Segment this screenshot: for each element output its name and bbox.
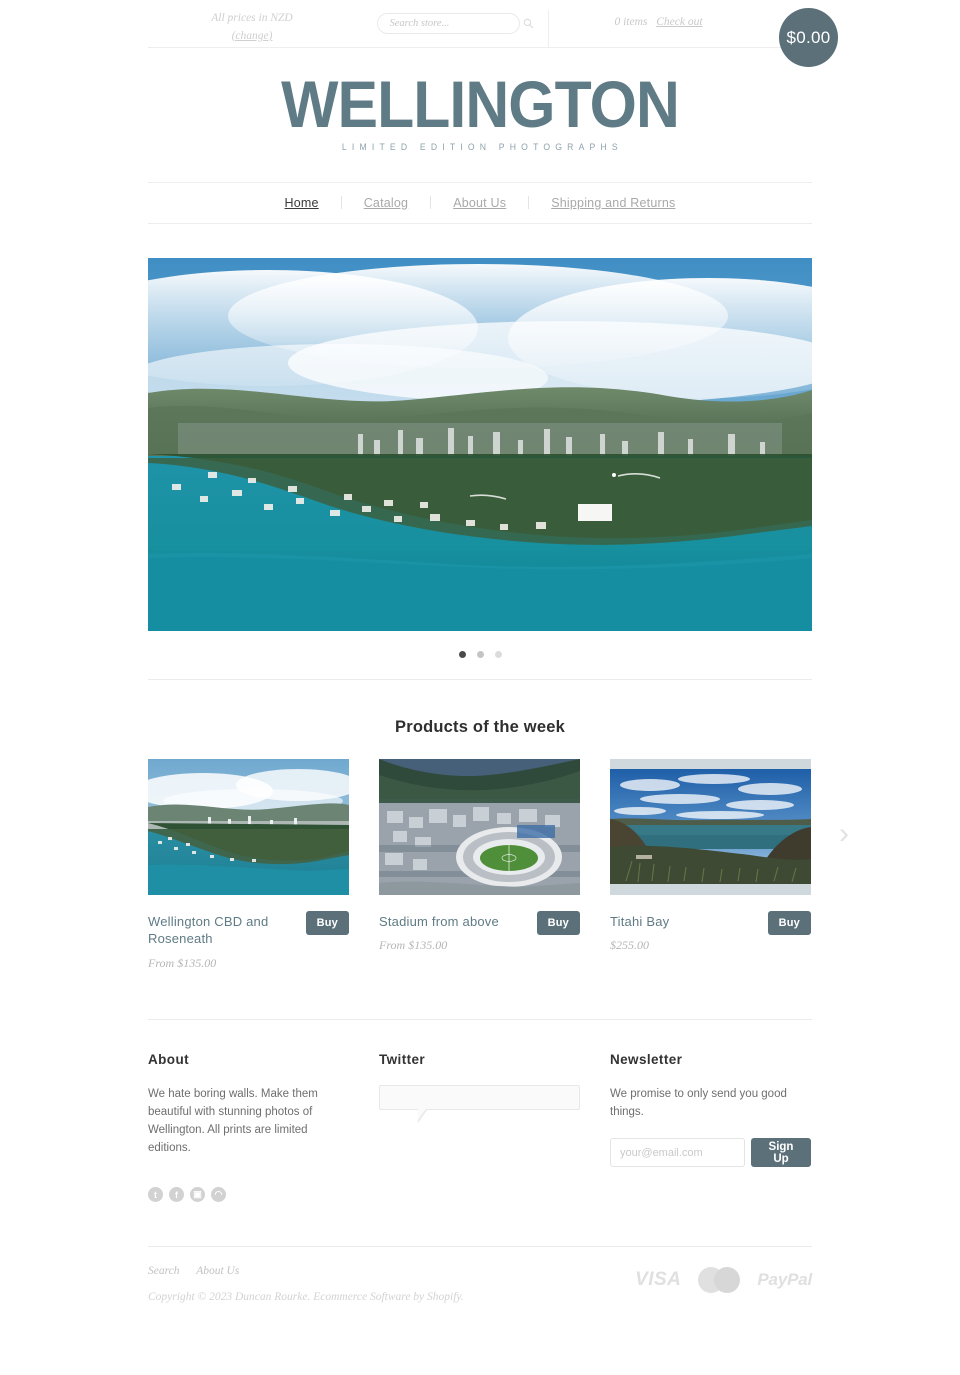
- product-meta: Stadium from above From $135.00 Buy: [379, 895, 580, 954]
- buy-button[interactable]: Buy: [767, 910, 811, 935]
- email-field[interactable]: [610, 1138, 745, 1168]
- product-price: $255.00: [610, 938, 649, 953]
- product-text: Stadium from above From $135.00: [379, 913, 529, 954]
- visa-icon: VISA: [635, 1269, 682, 1291]
- buy-button[interactable]: Buy: [536, 910, 580, 935]
- slideshow-pagination: [148, 631, 812, 679]
- product-thumbnail[interactable]: [379, 758, 580, 895]
- currency-change-link[interactable]: (change): [156, 28, 348, 46]
- footer-newsletter-column: Newsletter We promise to only send you g…: [610, 1052, 811, 1203]
- slideshow-dot-1[interactable]: [458, 651, 466, 659]
- hero-slideshow-image[interactable]: [148, 257, 812, 631]
- products-heading: Products of the week: [395, 717, 565, 736]
- tweet-bubble: [379, 1084, 580, 1123]
- product-thumbnail[interactable]: [148, 758, 349, 895]
- main-navigation: Home Catalog About Us Shipping and Retur…: [148, 181, 812, 224]
- nav-item-catalog[interactable]: Catalog: [342, 196, 431, 210]
- product-text: Wellington CBD and Roseneath From $135.0…: [148, 913, 298, 971]
- product-price: From $135.00: [148, 955, 217, 970]
- about-heading: About: [148, 1051, 189, 1067]
- logo-wordmark: WELLINGTON: [281, 67, 680, 141]
- nav-item-shipping-and-returns[interactable]: Shipping and Returns: [529, 196, 697, 210]
- footer-bottom-left: Search About Us Copyright © 2023 Duncan …: [148, 1265, 464, 1303]
- newsletter-form: Sign Up: [610, 1138, 811, 1168]
- product-card[interactable]: Stadium from above From $135.00 Buy: [379, 758, 580, 971]
- utility-bar: All prices in NZD (change) 0 items Check…: [148, 0, 838, 67]
- nav-item-home[interactable]: Home: [263, 196, 341, 210]
- search-icon: [523, 18, 533, 29]
- products-carousel: Wellington CBD and Roseneath From $135.0…: [148, 758, 849, 971]
- product-image-titahi-bay: [610, 769, 811, 885]
- product-image-stadium: [379, 758, 580, 895]
- product-title[interactable]: Wellington CBD and Roseneath: [148, 913, 298, 948]
- slideshow-dot-3[interactable]: [494, 651, 502, 659]
- product-title[interactable]: Stadium from above: [379, 913, 529, 931]
- product-text: Titahi Bay $255.00: [610, 913, 760, 954]
- paypal-icon: PayPal: [757, 1270, 812, 1290]
- search-area: [348, 10, 548, 34]
- footer-about-column: About We hate boring walls. Make them be…: [148, 1052, 349, 1203]
- site-logo[interactable]: WELLINGTON LIMITED EDITION PHOTOGRAPHS: [0, 48, 960, 182]
- nav-item-about-us[interactable]: About Us: [431, 196, 528, 210]
- chevron-right-icon[interactable]: ›: [839, 818, 849, 849]
- storefront-page: All prices in NZD (change) 0 items Check…: [0, 0, 960, 1303]
- product-meta: Wellington CBD and Roseneath From $135.0…: [148, 895, 349, 971]
- about-text: We hate boring walls. Make them beautifu…: [148, 1087, 318, 1155]
- product-title[interactable]: Titahi Bay: [610, 913, 760, 931]
- footer-bottom-bar: Search About Us Copyright © 2023 Duncan …: [148, 1247, 812, 1303]
- product-card[interactable]: Titahi Bay $255.00 Buy: [610, 758, 811, 971]
- sign-up-button[interactable]: Sign Up: [751, 1138, 811, 1168]
- product-thumbnail[interactable]: [610, 758, 811, 895]
- instagram-icon[interactable]: ▣: [190, 1187, 205, 1203]
- product-price: From $135.00: [379, 938, 448, 953]
- copyright-text: Copyright © 2023 Duncan Rourke. Ecommerc…: [148, 1291, 464, 1304]
- product-image-wellington-cbd: [148, 758, 349, 895]
- twitter-icon[interactable]: t: [148, 1187, 163, 1203]
- search-box[interactable]: [376, 13, 533, 34]
- product-meta: Titahi Bay $255.00 Buy: [610, 895, 811, 954]
- currency-label: All prices in NZD: [211, 12, 293, 24]
- product-card[interactable]: Wellington CBD and Roseneath From $135.0…: [148, 758, 349, 971]
- footer-link-search[interactable]: Search: [148, 1265, 180, 1277]
- hero-photo: [148, 257, 812, 631]
- rss-icon[interactable]: ◠: [211, 1187, 226, 1203]
- checkout-link[interactable]: Check out: [656, 16, 702, 28]
- payment-icons: VISA PayPal: [635, 1265, 812, 1294]
- footer-links: Search About Us: [148, 1265, 464, 1278]
- currency-notice: All prices in NZD (change): [148, 10, 348, 46]
- footer-columns: About We hate boring walls. Make them be…: [148, 1020, 812, 1203]
- cart-area: 0 items Check out: [548, 10, 812, 48]
- buy-button[interactable]: Buy: [305, 910, 349, 935]
- slideshow-dot-2[interactable]: [476, 651, 484, 659]
- mastercard-icon: [698, 1267, 741, 1294]
- social-links: t f ▣ ◠: [148, 1187, 349, 1203]
- search-input[interactable]: [389, 18, 523, 29]
- cart-item-count: 0 items: [614, 16, 648, 28]
- footer-link-about-us[interactable]: About Us: [196, 1265, 239, 1277]
- newsletter-text: We promise to only send you good things.: [610, 1087, 787, 1118]
- logo-tagline: LIMITED EDITION PHOTOGRAPHS: [341, 141, 623, 152]
- cart-total-badge[interactable]: $0.00: [779, 8, 838, 67]
- facebook-icon[interactable]: f: [169, 1187, 184, 1203]
- cart-links: 0 items Check out: [599, 13, 719, 31]
- footer-twitter-column: Twitter: [379, 1052, 580, 1203]
- twitter-heading: Twitter: [379, 1051, 426, 1067]
- newsletter-heading: Newsletter: [610, 1051, 683, 1067]
